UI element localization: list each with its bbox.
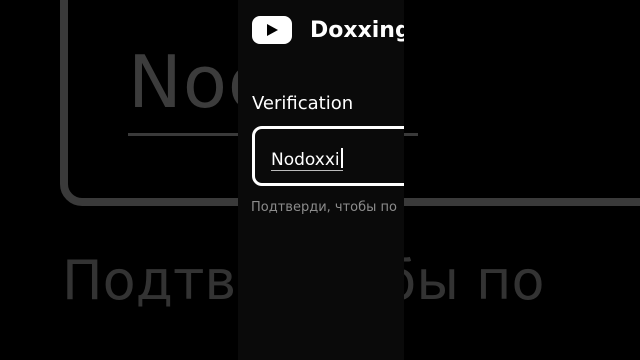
verification-label: Verification bbox=[252, 93, 354, 114]
verification-input[interactable]: Nodoxxi bbox=[252, 126, 404, 186]
youtube-logo-icon bbox=[252, 16, 292, 44]
verification-hint: Подтверди, чтобы по bbox=[251, 200, 397, 215]
channel-title: Doxxing bbox=[310, 17, 404, 43]
foreground-panel: Doxxing Verification Nodoxxi Подтверди, … bbox=[238, 0, 404, 360]
text-caret bbox=[340, 148, 343, 168]
verification-input-value: Nodoxxi bbox=[271, 148, 343, 171]
channel-header: Doxxing bbox=[252, 16, 404, 44]
verification-form: Doxxing Verification Nodoxxi Подтверди, … bbox=[238, 0, 404, 360]
